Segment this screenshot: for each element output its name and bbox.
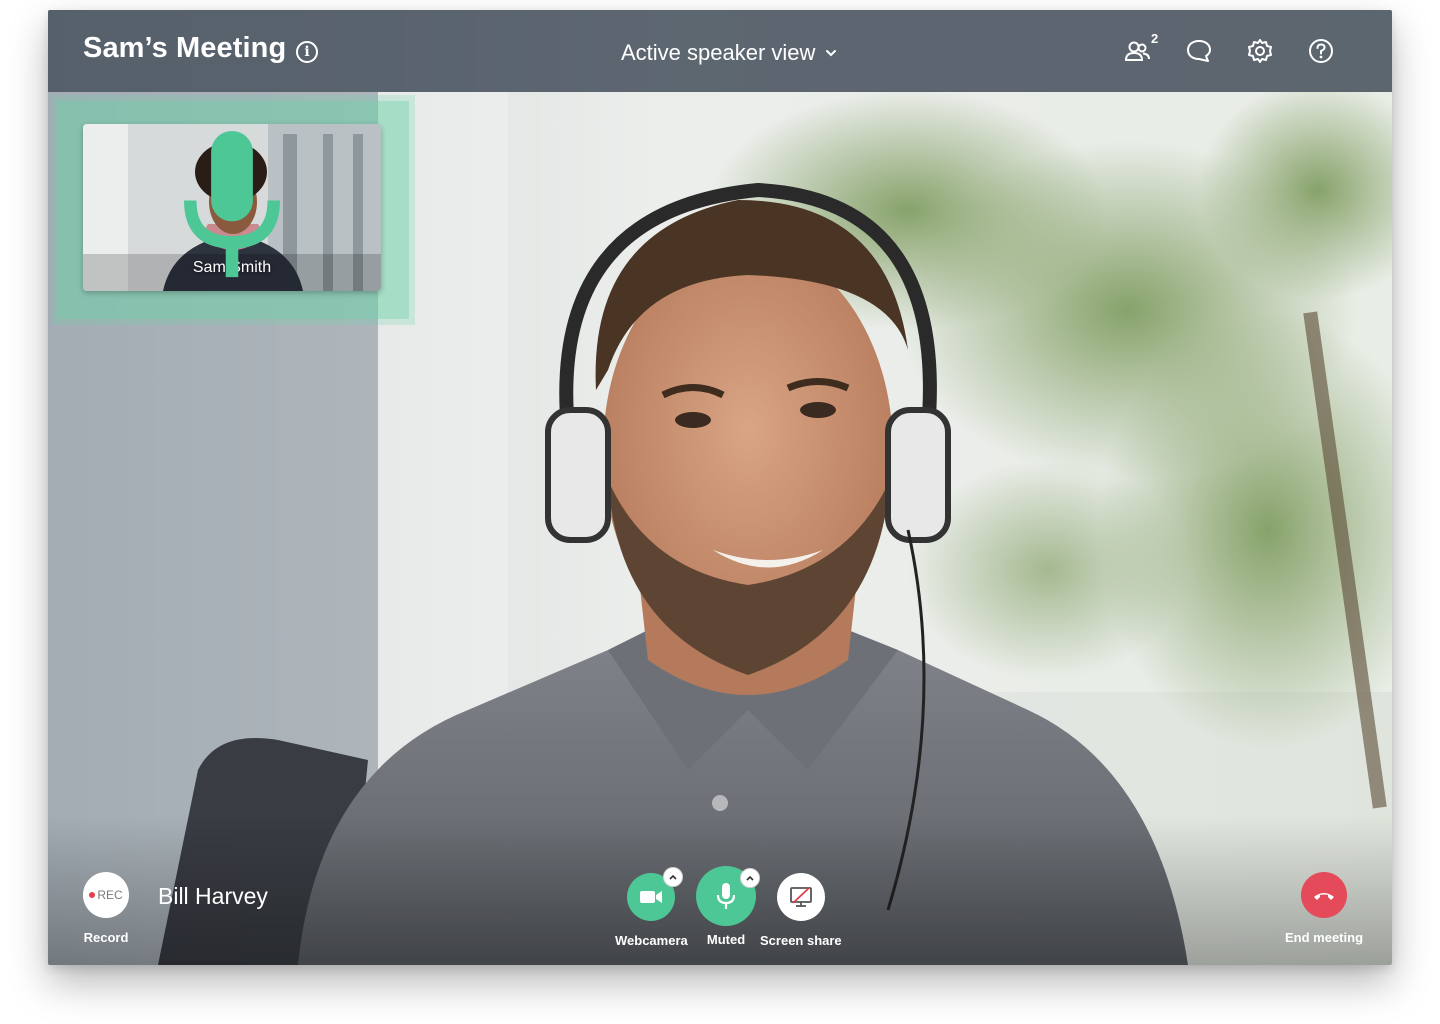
screen-share-control: Screen share xyxy=(760,873,842,948)
help-icon xyxy=(1309,39,1333,63)
mic-control: Muted xyxy=(696,866,760,947)
record-control: REC Record xyxy=(83,872,129,945)
rec-badge-label: REC xyxy=(97,888,123,902)
screen-share-off-icon xyxy=(789,887,812,907)
settings-button[interactable] xyxy=(1245,36,1275,66)
chat-button[interactable] xyxy=(1184,36,1214,66)
webcam-label: Webcamera xyxy=(615,933,688,948)
meeting-window: Sam’s Meeting i Active speaker view 2 Sa… xyxy=(48,10,1392,965)
rec-badge: REC xyxy=(89,888,123,902)
microphone-icon xyxy=(716,883,736,909)
end-meeting-label: End meeting xyxy=(1285,930,1364,945)
self-view-tile[interactable]: Sam Smith xyxy=(83,124,381,291)
microphone-icon xyxy=(183,130,281,278)
view-mode-label: Active speaker view xyxy=(621,40,816,65)
chevron-down-icon xyxy=(826,50,837,57)
screen-share-button[interactable] xyxy=(776,873,825,921)
participants-button[interactable]: 2 xyxy=(1123,31,1158,66)
help-button[interactable] xyxy=(1306,36,1336,66)
webcam-options-button[interactable] xyxy=(663,867,684,887)
webcam-button[interactable] xyxy=(627,867,684,921)
top-bar: Sam’s Meeting i Active speaker view 2 xyxy=(48,10,1392,92)
top-actions: 2 xyxy=(1123,31,1336,66)
record-label: Record xyxy=(83,930,129,945)
hang-up-icon xyxy=(1314,893,1334,900)
screen-share-label: Screen share xyxy=(760,933,842,948)
view-mode-dropdown[interactable]: Active speaker view xyxy=(621,38,837,68)
record-button[interactable]: REC xyxy=(83,872,129,918)
chat-icon xyxy=(1187,40,1211,62)
info-icon[interactable]: i xyxy=(296,41,318,63)
meeting-title: Sam’s Meeting xyxy=(83,32,287,64)
end-meeting-button[interactable] xyxy=(1301,872,1347,918)
participants-icon xyxy=(1124,41,1150,61)
chevron-up-icon xyxy=(746,875,754,881)
mic-label: Muted xyxy=(706,932,746,947)
record-dot-icon xyxy=(89,892,96,898)
end-meeting-control: End meeting xyxy=(1285,872,1363,945)
participants-count: 2 xyxy=(1151,31,1159,46)
chevron-up-icon xyxy=(669,874,677,880)
webcam-control: Webcamera xyxy=(615,867,688,948)
active-speaker-name: Bill Harvey xyxy=(158,883,268,909)
gear-icon xyxy=(1248,39,1272,63)
mic-options-button[interactable] xyxy=(740,868,760,888)
video-camera-icon xyxy=(640,891,663,903)
mic-button[interactable] xyxy=(696,866,760,926)
